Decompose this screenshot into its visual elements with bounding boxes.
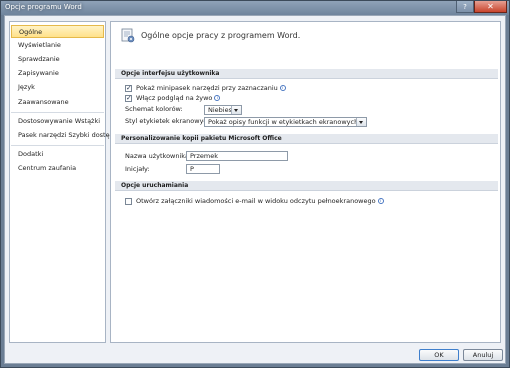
checkmark-icon: ✓: [126, 84, 132, 92]
options-content: Ogólne opcje pracy z programem Word. Opc…: [110, 21, 501, 343]
window-title: Opcje programu Word: [5, 3, 82, 11]
checkmark-icon: ✓: [126, 94, 132, 102]
options-dialog: Opcje programu Word ? ✕ Ogólne Wyświetla…: [0, 0, 510, 368]
sidebar-divider: [11, 112, 104, 113]
section-startup: Opcje uruchamiania: [115, 181, 498, 191]
close-icon: ✕: [487, 2, 494, 11]
sidebar-item-save[interactable]: Zapisywanie: [11, 67, 104, 80]
dropdown-arrow-icon: [231, 106, 241, 114]
user-name-field[interactable]: Przemek: [186, 151, 288, 161]
help-button[interactable]: ?: [456, 1, 474, 13]
page-heading: Ogólne opcje pracy z programem Word.: [141, 31, 301, 40]
info-icon[interactable]: i: [377, 198, 384, 204]
dropdown-arrow-icon: [356, 118, 366, 126]
close-button[interactable]: ✕: [474, 1, 507, 13]
dialog-body: Ogólne Wyświetlanie Sprawdzanie Zapisywa…: [4, 15, 506, 364]
open-attachments-option: Otwórz załączniki wiadomości e-mail w wi…: [136, 197, 384, 206]
tooltip-style-value: Pokaż opisy funkcji w etykietkach ekrano…: [208, 118, 359, 126]
live-preview-label: Włącz podgląd na żywo: [136, 94, 213, 102]
tooltip-style-select[interactable]: Pokaż opisy funkcji w etykietkach ekrano…: [204, 117, 367, 127]
sidebar-item-proofing[interactable]: Sprawdzanie: [11, 53, 104, 66]
user-name-label: Nazwa użytkownika:: [125, 152, 192, 160]
sidebar-item-customize-ribbon[interactable]: Dostosowywanie Wstążki: [11, 115, 104, 128]
sidebar-item-general[interactable]: Ogólne: [11, 25, 104, 38]
mini-toolbar-label: Pokaż minipasek narzędzi przy zaznaczani…: [136, 84, 278, 92]
color-scheme-select[interactable]: Niebieski: [204, 105, 242, 115]
open-attachments-checkbox[interactable]: [125, 198, 132, 205]
sidebar-item-trust-center[interactable]: Centrum zaufania: [11, 162, 104, 175]
open-attachments-label: Otwórz załączniki wiadomości e-mail w wi…: [136, 197, 376, 205]
options-header-icon: [121, 28, 135, 43]
sidebar-divider: [11, 145, 104, 146]
sidebar-item-advanced[interactable]: Zaawansowane: [11, 96, 104, 109]
live-preview-option: Włącz podgląd na żywo i: [136, 94, 221, 103]
info-icon[interactable]: i: [214, 95, 221, 101]
mini-toolbar-checkbox[interactable]: ✓: [125, 84, 132, 92]
ok-button[interactable]: OK: [419, 349, 459, 361]
mini-toolbar-option: Pokaż minipasek narzędzi przy zaznaczani…: [136, 84, 286, 93]
cancel-button[interactable]: Anuluj: [463, 349, 503, 361]
section-personalize: Personalizowanie kopii pakietu Microsoft…: [115, 134, 498, 144]
sidebar-item-display[interactable]: Wyświetlanie: [11, 39, 104, 52]
info-icon[interactable]: i: [279, 85, 286, 91]
color-scheme-label: Schemat kolorów:: [125, 105, 183, 113]
initials-label: Inicjały:: [125, 165, 150, 173]
sidebar-item-add-ins[interactable]: Dodatki: [11, 148, 104, 161]
sidebar-item-language[interactable]: Język: [11, 81, 104, 94]
sidebar-item-quick-access-toolbar[interactable]: Pasek narzędzi Szybki dostęp: [11, 129, 114, 142]
tooltip-style-label: Styl etykietek ekranowych:: [125, 117, 214, 125]
category-sidebar: Ogólne Wyświetlanie Sprawdzanie Zapisywa…: [9, 21, 114, 343]
live-preview-checkbox[interactable]: ✓: [125, 94, 132, 102]
initials-field[interactable]: P: [186, 164, 220, 174]
help-icon: ?: [463, 3, 467, 11]
title-bar[interactable]: Opcje programu Word ? ✕: [1, 1, 509, 15]
section-ui-options: Opcje interfejsu użytkownika: [115, 69, 498, 79]
